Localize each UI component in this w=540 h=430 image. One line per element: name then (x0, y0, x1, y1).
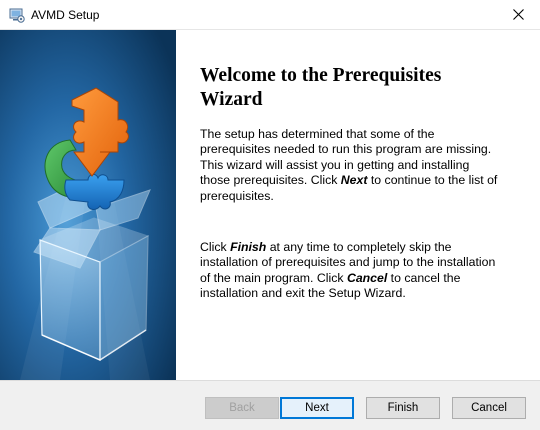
finish-button[interactable]: Finish (366, 397, 440, 419)
intro-paragraph: The setup has determined that some of th… (200, 127, 500, 204)
page-title-line2: Wizard (200, 89, 263, 110)
close-button[interactable] (496, 0, 540, 29)
next-button[interactable]: Next (280, 397, 354, 419)
page-title: Welcome to the Prerequisites Wizard (200, 64, 520, 112)
title-bar: AVMD Setup (0, 0, 540, 30)
next-emphasis: Next (340, 173, 368, 188)
cancel-button[interactable]: Cancel (452, 397, 526, 419)
cancel-emphasis: Cancel (346, 270, 388, 285)
setup-app-icon (9, 8, 25, 23)
back-button[interactable]: Back (205, 397, 279, 419)
window-title: AVMD Setup (31, 8, 100, 22)
finish-emphasis: Finish (230, 240, 267, 254)
page-title-line1: Welcome to the Prerequisites (200, 65, 442, 86)
instructions-text-1: Click (200, 240, 231, 254)
button-bar: Back Next Finish Cancel (0, 380, 540, 430)
instructions-paragraph: Click Finish at any time to completely s… (200, 240, 500, 302)
wizard-banner (0, 30, 176, 380)
wizard-content: Welcome to the Prerequisites Wizard The … (176, 30, 540, 380)
box-with-puzzle-arrow-illustration (0, 30, 176, 380)
close-icon (512, 9, 524, 20)
